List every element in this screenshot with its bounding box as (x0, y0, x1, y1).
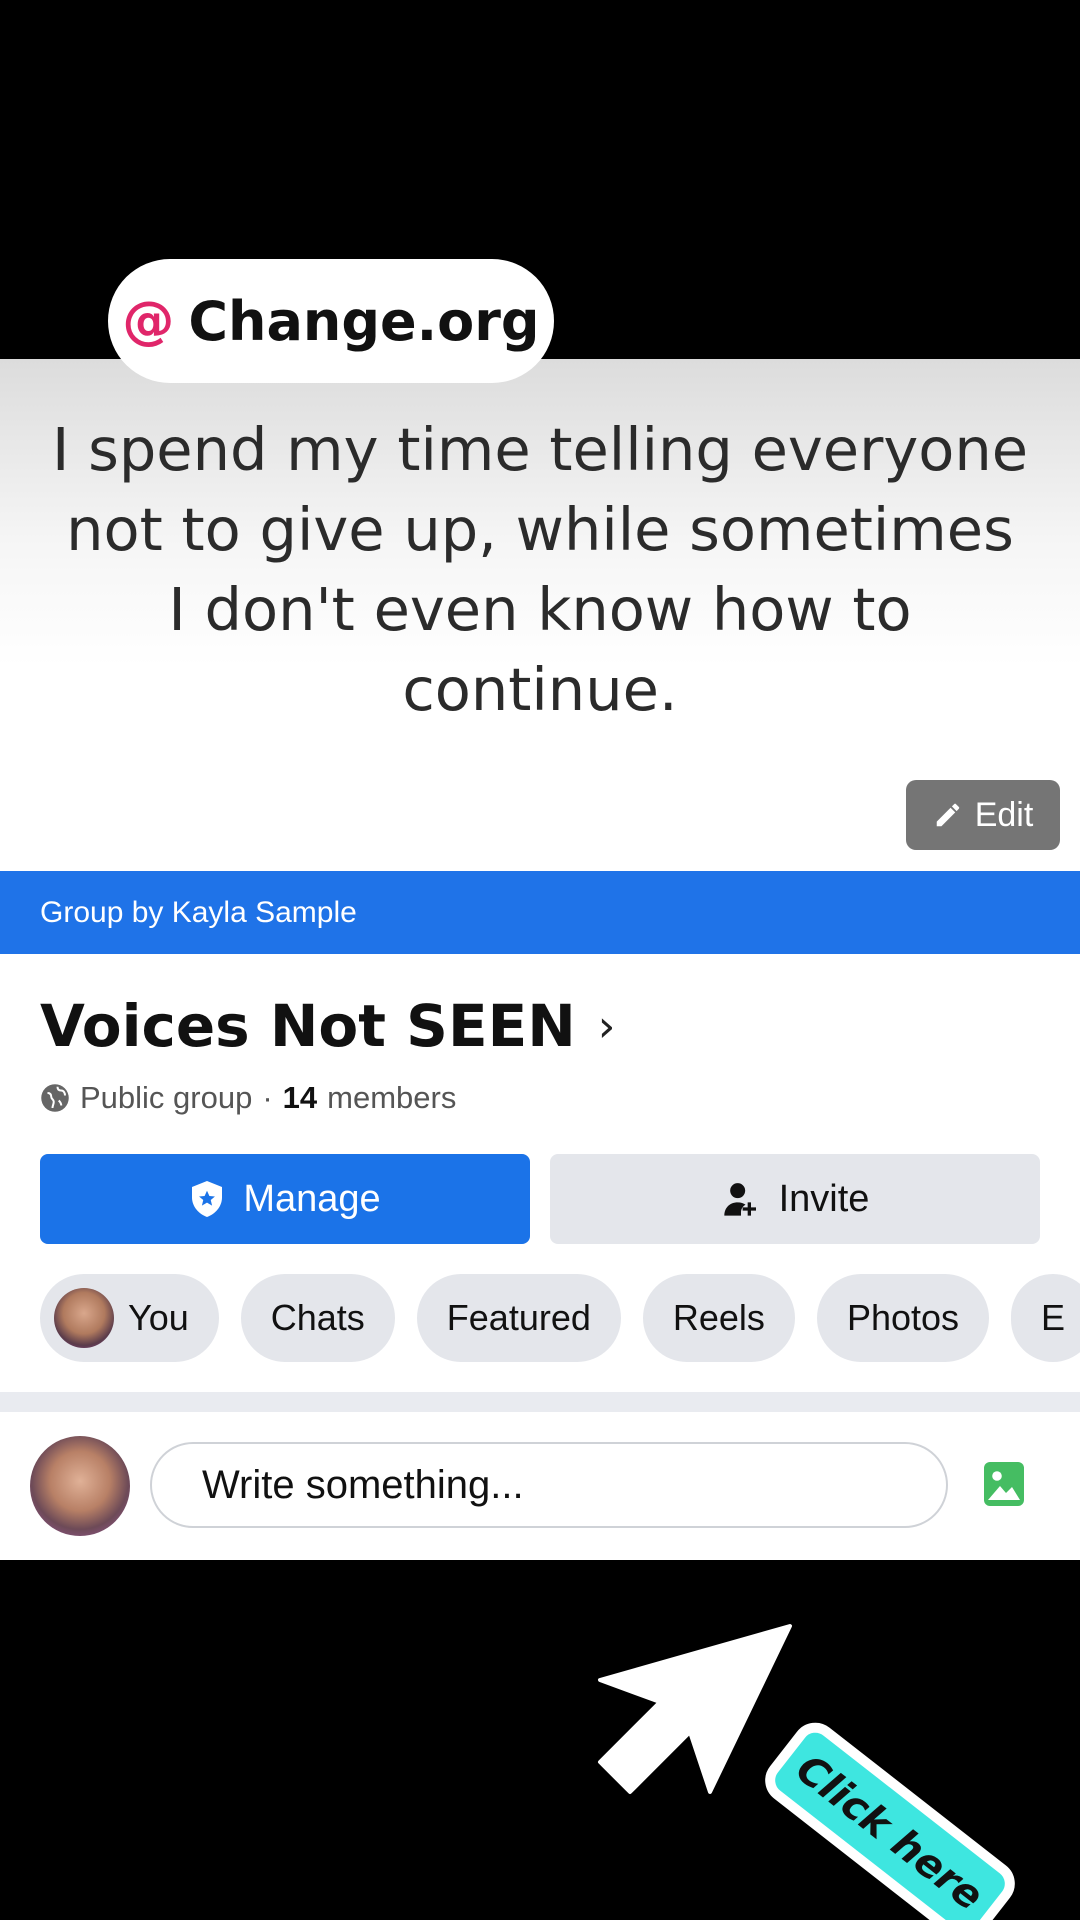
add-person-icon (723, 1183, 756, 1216)
group-tabs: You Chats Featured Reels Photos E (40, 1274, 1080, 1362)
group-by-bar[interactable]: Group by Kayla Sample (0, 871, 1080, 954)
member-count: 14 (282, 1080, 318, 1115)
meta-separator: · (262, 1080, 273, 1115)
group-meta: Public group · 14 members (40, 1080, 456, 1116)
tab-label: Chats (270, 1297, 365, 1338)
quote-line: I don't even know how to (168, 575, 912, 644)
quote-line: I spend my time telling everyone (51, 415, 1029, 484)
quote-line: continue. (402, 655, 678, 724)
watermark-name: Change.org (188, 289, 540, 353)
change-org-watermark: @ Change.org (108, 259, 554, 383)
cover-quote: I spend my time telling everyone not to … (20, 410, 1060, 730)
members-label: members (327, 1080, 457, 1115)
group-name: Voices Not SEEN (40, 992, 576, 1060)
edit-cover-button[interactable]: Edit (906, 780, 1060, 850)
tab-partial[interactable]: E (1011, 1274, 1080, 1362)
at-icon: @ (122, 291, 175, 351)
avatar[interactable] (30, 1436, 130, 1536)
tab-label: Featured (446, 1297, 591, 1338)
click-here-overlay[interactable]: Click here (590, 1620, 1030, 1920)
tab-label: Photos (846, 1297, 960, 1338)
invite-label: Invite (778, 1177, 870, 1220)
pencil-icon (936, 803, 959, 827)
quote-line: not to give up, while sometimes (66, 495, 1014, 564)
write-something-input[interactable]: Write something... (150, 1442, 948, 1528)
edit-label: Edit (974, 795, 1034, 834)
arrow-cursor-icon (598, 1624, 792, 1794)
manage-button[interactable]: Manage (40, 1154, 530, 1244)
chevron-right-icon: › (597, 1000, 616, 1052)
tab-photos[interactable]: Photos (816, 1274, 990, 1362)
avatar (54, 1288, 114, 1348)
post-composer: Write something... (0, 1412, 1080, 1560)
group-header: Voices Not SEEN › Public group · 14 memb… (0, 954, 1080, 1560)
invite-button[interactable]: Invite (550, 1154, 1040, 1244)
tab-you[interactable]: You (40, 1274, 219, 1362)
tab-label: You (128, 1297, 189, 1338)
group-title[interactable]: Voices Not SEEN › (40, 992, 615, 1060)
manage-label: Manage (243, 1177, 381, 1220)
shield-star-icon (192, 1181, 223, 1217)
tab-featured[interactable]: Featured (416, 1274, 621, 1362)
tab-reels[interactable]: Reels (642, 1274, 795, 1362)
tab-label: E (1041, 1297, 1066, 1338)
photo-icon[interactable] (984, 1462, 1024, 1506)
composer-placeholder: Write something... (202, 1462, 524, 1507)
globe-icon (41, 1084, 69, 1112)
tab-label: Reels (672, 1297, 765, 1338)
tab-chats[interactable]: Chats (240, 1274, 395, 1362)
group-by-text: Group by Kayla Sample (40, 895, 357, 929)
privacy-label: Public group (80, 1080, 253, 1115)
section-divider (0, 1392, 1080, 1412)
